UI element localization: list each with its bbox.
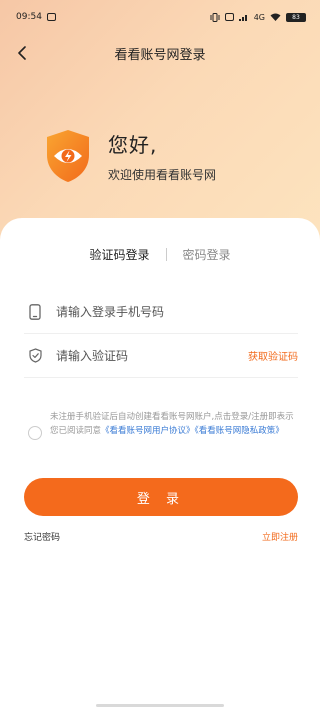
- greeting: 您好,: [108, 133, 158, 157]
- shield-eye-logo-icon: [47, 130, 89, 182]
- chevron-left-icon: [18, 46, 26, 60]
- agree-radio[interactable]: [28, 426, 42, 440]
- notification-icon: [46, 13, 56, 21]
- status-time: 09:54: [16, 12, 42, 22]
- hero-section: 您好, 欢迎使用看看账号网: [44, 128, 216, 184]
- user-agreement-link[interactable]: 《看看账号网用户协议》: [101, 426, 195, 436]
- privacy-policy-link[interactable]: 《看看账号网隐私政策》: [195, 426, 284, 436]
- page-title: 看看账号网登录: [114, 47, 206, 63]
- login-tabs: 验证码登录 密码登录: [0, 246, 320, 263]
- phone-icon: [29, 303, 41, 320]
- network-type: 4G: [253, 12, 265, 22]
- home-indicator[interactable]: [96, 704, 224, 707]
- phone-input[interactable]: [56, 304, 298, 319]
- login-button[interactable]: 登 录: [24, 478, 298, 516]
- tab-password-login[interactable]: 密码登录: [167, 246, 247, 263]
- vibrate-icon: [210, 12, 220, 22]
- tab-code-login[interactable]: 验证码登录: [73, 246, 165, 263]
- phone-field: [24, 290, 298, 334]
- get-code-button[interactable]: 获取验证码: [248, 348, 298, 363]
- bottom-links: 忘记密码 立即注册: [24, 530, 298, 543]
- wifi-icon: [270, 13, 281, 21]
- code-field: 获取验证码: [24, 334, 298, 378]
- status-bar: 09:54 4G 83: [0, 0, 320, 34]
- battery-icon: 83: [286, 12, 306, 22]
- welcome-text: 欢迎使用看看账号网: [108, 168, 217, 182]
- code-input[interactable]: [56, 348, 248, 363]
- register-link[interactable]: 立即注册: [262, 530, 298, 543]
- forgot-password-link[interactable]: 忘记密码: [24, 530, 60, 543]
- nfc-icon: [224, 13, 234, 21]
- signal-icon: [238, 15, 247, 21]
- login-card: 验证码登录 密码登录 获取验证码 未注册手机验证后自动创建看看账号网账户,点击登…: [0, 218, 320, 714]
- nav-bar: 看看账号网登录: [0, 36, 320, 70]
- agreement: 未注册手机验证后自动创建看看账号网账户,点击登录/注册即表示您已阅读同意《看看账…: [28, 410, 298, 440]
- back-button[interactable]: [10, 40, 34, 66]
- shield-check-icon: [28, 348, 42, 363]
